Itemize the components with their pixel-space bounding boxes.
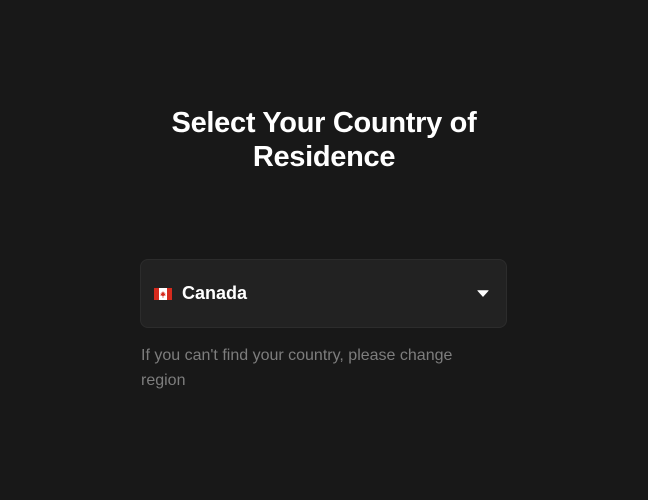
page-title-line-2: Residence bbox=[252, 141, 396, 173]
page-title-line-1: Select Your Country of bbox=[171, 107, 477, 139]
helper-text: If you can't find your country, please c… bbox=[141, 347, 453, 389]
page-title: Select Your Country of Residence bbox=[140, 106, 508, 174]
country-selection-page: Select Your Country of Residence Canada … bbox=[0, 0, 648, 500]
selected-country-label: Canada bbox=[182, 283, 248, 303]
country-select[interactable]: Canada bbox=[140, 259, 507, 328]
canada-flag-icon bbox=[154, 288, 172, 300]
caret-down-icon bbox=[476, 289, 490, 299]
